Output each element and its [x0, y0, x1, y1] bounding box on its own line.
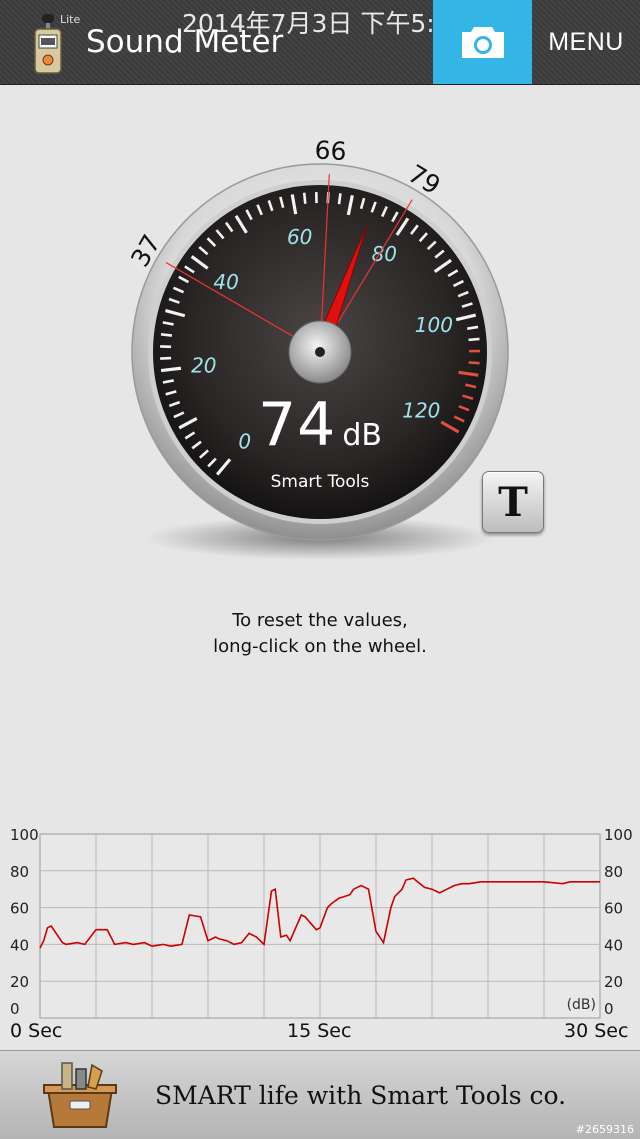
- y-axis-label-right: 20: [604, 973, 623, 991]
- gauge-scale-label: 60: [287, 225, 312, 249]
- ad-banner[interactable]: SMART life with Smart Tools co. #2659316: [0, 1050, 640, 1139]
- watermark: #2659316: [576, 1123, 634, 1136]
- reset-hint: To reset the values, long-click on the w…: [120, 608, 520, 660]
- gauge-scale-label: 100: [415, 313, 453, 337]
- y-axis-label-left: 60: [10, 900, 29, 918]
- camera-icon: [460, 24, 506, 60]
- gauge-tick: [339, 193, 340, 204]
- toolbox-icon: [40, 1061, 120, 1131]
- x-label-end: 30 Sec: [564, 1020, 628, 1042]
- y-axis-label-right: 60: [604, 900, 623, 918]
- app-title: Sound Meter: [86, 24, 283, 60]
- ad-text[interactable]: SMART life with Smart Tools co.: [155, 1081, 566, 1110]
- y-axis-label-left: 0: [10, 1000, 20, 1018]
- gauge-brand-label: Smart Tools: [220, 472, 420, 492]
- gauge-tick: [469, 339, 480, 340]
- y-axis-label-left: 20: [10, 973, 29, 991]
- y-axis-label-left: 40: [10, 936, 29, 954]
- x-label-mid: 15 Sec: [287, 1020, 351, 1042]
- gauge-scale-label: 20: [191, 354, 216, 378]
- reset-hint-line-2: long-click on the wheel.: [120, 634, 520, 660]
- y-axis-label-right: 80: [604, 863, 623, 881]
- gauge-tick: [467, 327, 478, 329]
- db-readout: 74dB: [200, 390, 440, 460]
- gauge-tick: [161, 334, 172, 335]
- y-axis-label-left: 80: [10, 863, 29, 881]
- t-button[interactable]: T: [482, 471, 544, 533]
- gauge-tick: [304, 193, 305, 204]
- gauge-tick: [469, 362, 480, 363]
- reset-hint-line-1: To reset the values,: [120, 608, 520, 634]
- db-value: 74: [258, 390, 336, 460]
- y-axis-label-right: 0: [604, 1000, 614, 1018]
- history-plot: 0 0 20 20 40 40 60 60 80 80 100 100 (dB): [0, 820, 640, 1020]
- camera-button[interactable]: [433, 0, 532, 84]
- gauge-scale-label: 40: [213, 270, 238, 294]
- gauge-dial: 020406080100120 376679: [0, 90, 640, 570]
- gauge-marker-label: 66: [314, 135, 347, 166]
- y-axis-label-right: 40: [604, 936, 623, 954]
- x-label-start: 0 Sec: [10, 1020, 62, 1042]
- y-axis-label-right: 100: [604, 826, 633, 844]
- sound-level-gauge[interactable]: 020406080100120 376679 74dB Smart Tools: [0, 90, 640, 570]
- sound-history-chart: 0 0 20 20 40 40 60 60 80 80 100 100 (dB) 0 Sec 15 S…: [0, 820, 640, 1050]
- db-unit: dB: [342, 418, 382, 453]
- action-bar: Lite 2014年7月3日 下午5:43 Sound Meter MENU: [0, 0, 640, 85]
- history-unit-label: (dB): [567, 997, 596, 1013]
- menu-button[interactable]: MENU: [532, 0, 640, 84]
- lite-badge: Lite: [60, 13, 80, 26]
- y-axis-label-left: 100: [10, 826, 39, 844]
